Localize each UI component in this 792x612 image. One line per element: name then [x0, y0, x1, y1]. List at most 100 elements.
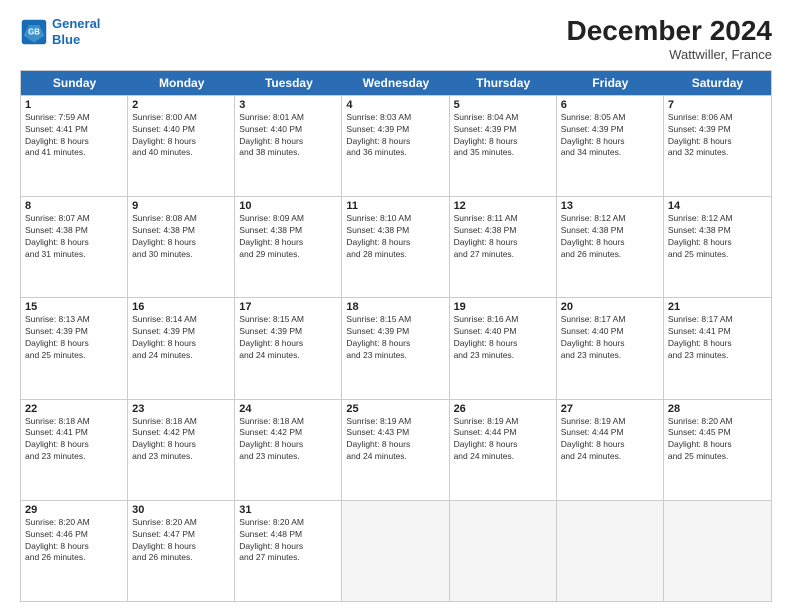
daylight-line1: Daylight: 8 hours [132, 338, 230, 350]
sunset-line: Sunset: 4:46 PM [25, 529, 123, 541]
sunset-line: Sunset: 4:40 PM [132, 124, 230, 136]
daylight-line1: Daylight: 8 hours [239, 439, 337, 451]
daylight-line2: and 24 minutes. [132, 350, 230, 362]
cal-cell [557, 501, 664, 601]
day-number: 5 [454, 99, 552, 111]
daylight-line2: and 36 minutes. [346, 147, 444, 159]
sunrise-line: Sunrise: 7:59 AM [25, 112, 123, 124]
daylight-line1: Daylight: 8 hours [454, 439, 552, 451]
sunset-line: Sunset: 4:41 PM [668, 326, 767, 338]
sunset-line: Sunset: 4:38 PM [561, 225, 659, 237]
daylight-line2: and 38 minutes. [239, 147, 337, 159]
cal-cell: 29 Sunrise: 8:20 AM Sunset: 4:46 PM Dayl… [21, 501, 128, 601]
daylight-line1: Daylight: 8 hours [346, 237, 444, 249]
sunset-line: Sunset: 4:38 PM [668, 225, 767, 237]
daylight-line1: Daylight: 8 hours [346, 439, 444, 451]
sunrise-line: Sunrise: 8:01 AM [239, 112, 337, 124]
daylight-line2: and 23 minutes. [346, 350, 444, 362]
sunrise-line: Sunrise: 8:04 AM [454, 112, 552, 124]
sunrise-line: Sunrise: 8:18 AM [239, 416, 337, 428]
sunset-line: Sunset: 4:48 PM [239, 529, 337, 541]
logo-line1: General [52, 16, 100, 31]
title-block: December 2024 Wattwiller, France [567, 16, 772, 62]
sunrise-line: Sunrise: 8:14 AM [132, 314, 230, 326]
day-number: 22 [25, 403, 123, 415]
daylight-line2: and 41 minutes. [25, 147, 123, 159]
cal-cell: 13 Sunrise: 8:12 AM Sunset: 4:38 PM Dayl… [557, 197, 664, 297]
logo-text: General Blue [52, 16, 100, 47]
title-month: December 2024 [567, 16, 772, 47]
daylight-line1: Daylight: 8 hours [454, 237, 552, 249]
daylight-line2: and 23 minutes. [668, 350, 767, 362]
sunset-line: Sunset: 4:39 PM [454, 124, 552, 136]
week-row-2: 8 Sunrise: 8:07 AM Sunset: 4:38 PM Dayli… [21, 196, 771, 297]
sunset-line: Sunset: 4:44 PM [561, 427, 659, 439]
sunrise-line: Sunrise: 8:05 AM [561, 112, 659, 124]
daylight-line1: Daylight: 8 hours [561, 136, 659, 148]
daylight-line1: Daylight: 8 hours [454, 136, 552, 148]
sunrise-line: Sunrise: 8:18 AM [25, 416, 123, 428]
dow-saturday: Saturday [664, 71, 771, 95]
daylight-line2: and 25 minutes. [668, 249, 767, 261]
cal-cell: 12 Sunrise: 8:11 AM Sunset: 4:38 PM Dayl… [450, 197, 557, 297]
calendar-header: Sunday Monday Tuesday Wednesday Thursday… [21, 71, 771, 95]
daylight-line1: Daylight: 8 hours [561, 338, 659, 350]
day-number: 26 [454, 403, 552, 415]
daylight-line1: Daylight: 8 hours [454, 338, 552, 350]
day-number: 12 [454, 200, 552, 212]
sunset-line: Sunset: 4:39 PM [346, 326, 444, 338]
cal-cell: 23 Sunrise: 8:18 AM Sunset: 4:42 PM Dayl… [128, 400, 235, 500]
daylight-line2: and 24 minutes. [561, 451, 659, 463]
day-number: 29 [25, 504, 123, 516]
sunset-line: Sunset: 4:47 PM [132, 529, 230, 541]
sunset-line: Sunset: 4:45 PM [668, 427, 767, 439]
daylight-line1: Daylight: 8 hours [239, 237, 337, 249]
day-number: 18 [346, 301, 444, 313]
daylight-line1: Daylight: 8 hours [561, 237, 659, 249]
cal-cell: 10 Sunrise: 8:09 AM Sunset: 4:38 PM Dayl… [235, 197, 342, 297]
dow-thursday: Thursday [450, 71, 557, 95]
week-row-3: 15 Sunrise: 8:13 AM Sunset: 4:39 PM Dayl… [21, 297, 771, 398]
cal-cell: 18 Sunrise: 8:15 AM Sunset: 4:39 PM Dayl… [342, 298, 449, 398]
sunrise-line: Sunrise: 8:17 AM [561, 314, 659, 326]
day-number: 24 [239, 403, 337, 415]
daylight-line1: Daylight: 8 hours [346, 338, 444, 350]
sunset-line: Sunset: 4:40 PM [561, 326, 659, 338]
calendar-body: 1 Sunrise: 7:59 AM Sunset: 4:41 PM Dayli… [21, 95, 771, 601]
cal-cell: 17 Sunrise: 8:15 AM Sunset: 4:39 PM Dayl… [235, 298, 342, 398]
daylight-line1: Daylight: 8 hours [25, 136, 123, 148]
daylight-line2: and 24 minutes. [454, 451, 552, 463]
daylight-line2: and 23 minutes. [561, 350, 659, 362]
daylight-line1: Daylight: 8 hours [132, 541, 230, 553]
daylight-line2: and 29 minutes. [239, 249, 337, 261]
sunset-line: Sunset: 4:39 PM [25, 326, 123, 338]
sunset-line: Sunset: 4:39 PM [346, 124, 444, 136]
daylight-line2: and 24 minutes. [239, 350, 337, 362]
day-number: 28 [668, 403, 767, 415]
sunset-line: Sunset: 4:39 PM [561, 124, 659, 136]
cal-cell: 19 Sunrise: 8:16 AM Sunset: 4:40 PM Dayl… [450, 298, 557, 398]
day-number: 31 [239, 504, 337, 516]
cal-cell: 14 Sunrise: 8:12 AM Sunset: 4:38 PM Dayl… [664, 197, 771, 297]
daylight-line1: Daylight: 8 hours [132, 439, 230, 451]
dow-friday: Friday [557, 71, 664, 95]
cal-cell: 27 Sunrise: 8:19 AM Sunset: 4:44 PM Dayl… [557, 400, 664, 500]
cal-cell: 3 Sunrise: 8:01 AM Sunset: 4:40 PM Dayli… [235, 96, 342, 196]
sunset-line: Sunset: 4:38 PM [346, 225, 444, 237]
day-number: 23 [132, 403, 230, 415]
daylight-line2: and 28 minutes. [346, 249, 444, 261]
cal-cell: 6 Sunrise: 8:05 AM Sunset: 4:39 PM Dayli… [557, 96, 664, 196]
calendar: Sunday Monday Tuesday Wednesday Thursday… [20, 70, 772, 602]
daylight-line2: and 30 minutes. [132, 249, 230, 261]
sunset-line: Sunset: 4:41 PM [25, 124, 123, 136]
sunrise-line: Sunrise: 8:12 AM [668, 213, 767, 225]
sunset-line: Sunset: 4:40 PM [454, 326, 552, 338]
sunset-line: Sunset: 4:38 PM [454, 225, 552, 237]
day-number: 25 [346, 403, 444, 415]
daylight-line1: Daylight: 8 hours [25, 541, 123, 553]
cal-cell: 8 Sunrise: 8:07 AM Sunset: 4:38 PM Dayli… [21, 197, 128, 297]
daylight-line1: Daylight: 8 hours [668, 439, 767, 451]
sunrise-line: Sunrise: 8:19 AM [561, 416, 659, 428]
day-number: 1 [25, 99, 123, 111]
logo-icon: GB [20, 18, 48, 46]
